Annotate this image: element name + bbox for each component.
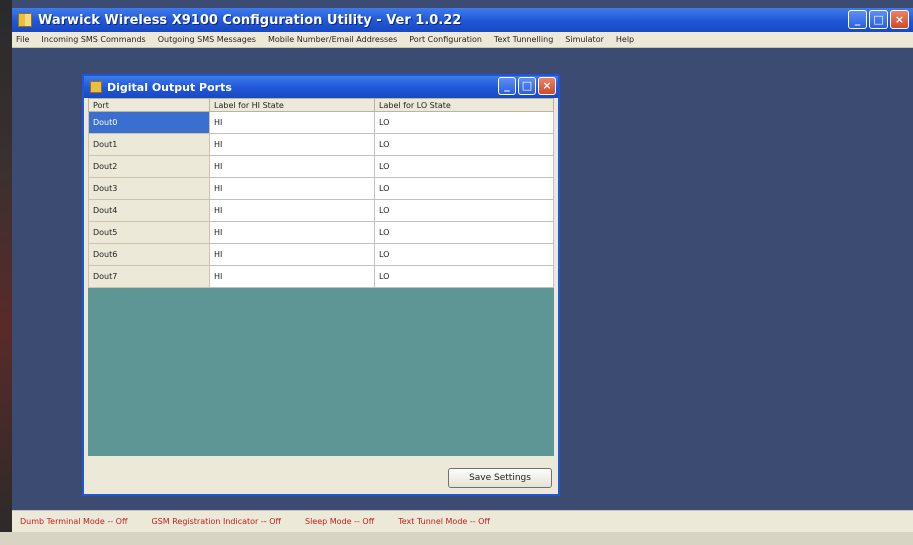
close-icon[interactable]: × (890, 10, 909, 29)
hi-label-cell[interactable]: HI (209, 221, 375, 244)
hi-label-cell[interactable]: HI (209, 243, 375, 266)
status-gsm-registration-indicator: GSM Registration Indicator -- Off (151, 517, 281, 526)
lo-label-cell[interactable]: LO (374, 199, 554, 222)
save-settings-button[interactable]: Save Settings (448, 468, 552, 488)
app-icon (18, 13, 32, 27)
menu-help[interactable]: Help (616, 35, 634, 44)
status-sleep-mode: Sleep Mode -- Off (305, 517, 375, 526)
menu-incoming-sms-commands[interactable]: Incoming SMS Commands (41, 35, 145, 44)
digital-output-ports-window: Digital Output Ports _ □ × Port Label fo… (82, 74, 560, 496)
maximize-icon[interactable]: □ (518, 77, 536, 95)
lo-label-cell[interactable]: LO (374, 221, 554, 244)
status-dumb-terminal-mode: Dumb Terminal Mode -- Off (20, 517, 128, 526)
ports-grid-area: Port Label for HI State Label for LO Sta… (88, 98, 554, 456)
left-edge-strip (0, 0, 12, 545)
menu-mobile-number-email-addresses[interactable]: Mobile Number/Email Addresses (268, 35, 397, 44)
ports-grid: Port Label for HI State Label for LO Sta… (88, 98, 554, 288)
column-header-lo-label[interactable]: Label for LO State (374, 98, 554, 112)
hi-label-cell[interactable]: HI (209, 133, 375, 156)
child-window-titlebar[interactable]: Digital Output Ports _ □ × (84, 76, 558, 98)
child-window-controls: _ □ × (498, 77, 556, 95)
lo-label-cell[interactable]: LO (374, 177, 554, 200)
table-row[interactable]: Dout6 HI LO (88, 243, 554, 266)
menu-file[interactable]: File (16, 35, 29, 44)
app-window: Warwick Wireless X9100 Configuration Uti… (0, 0, 913, 545)
child-window-footer: Save Settings (84, 458, 558, 494)
bottom-edge-strip (0, 532, 913, 545)
table-row[interactable]: Dout1 HI LO (88, 133, 554, 156)
table-row[interactable]: Dout0 HI LO (88, 111, 554, 134)
lo-label-cell[interactable]: LO (374, 265, 554, 288)
menu-text-tunnelling[interactable]: Text Tunnelling (494, 35, 553, 44)
lo-label-cell[interactable]: LO (374, 111, 554, 134)
hi-label-cell[interactable]: HI (209, 177, 375, 200)
window-icon (90, 81, 102, 93)
hi-label-cell[interactable]: HI (209, 199, 375, 222)
table-row[interactable]: Dout3 HI LO (88, 177, 554, 200)
column-header-hi-label[interactable]: Label for HI State (209, 98, 375, 112)
menu-outgoing-sms-messages[interactable]: Outgoing SMS Messages (158, 35, 256, 44)
port-cell[interactable]: Dout4 (88, 199, 210, 222)
status-text-tunnel-mode: Text Tunnel Mode -- Off (398, 517, 490, 526)
minimize-icon[interactable]: _ (848, 10, 867, 29)
port-cell[interactable]: Dout5 (88, 221, 210, 244)
port-cell[interactable]: Dout0 (88, 111, 210, 134)
table-row[interactable]: Dout5 HI LO (88, 221, 554, 244)
port-cell[interactable]: Dout2 (88, 155, 210, 178)
minimize-icon[interactable]: _ (498, 77, 516, 95)
column-header-port[interactable]: Port (88, 98, 210, 112)
port-cell[interactable]: Dout3 (88, 177, 210, 200)
close-icon[interactable]: × (538, 77, 556, 95)
port-cell[interactable]: Dout7 (88, 265, 210, 288)
lo-label-cell[interactable]: LO (374, 133, 554, 156)
status-bar: Dumb Terminal Mode -- Off GSM Registrati… (12, 510, 913, 532)
table-row[interactable]: Dout7 HI LO (88, 265, 554, 288)
grid-header-row: Port Label for HI State Label for LO Sta… (88, 98, 554, 112)
port-cell[interactable]: Dout1 (88, 133, 210, 156)
hi-label-cell[interactable]: HI (209, 111, 375, 134)
hi-label-cell[interactable]: HI (209, 155, 375, 178)
menu-bar: File Incoming SMS Commands Outgoing SMS … (12, 32, 913, 48)
port-cell[interactable]: Dout6 (88, 243, 210, 266)
child-window-title: Digital Output Ports (107, 80, 232, 94)
menu-port-configuration[interactable]: Port Configuration (409, 35, 482, 44)
maximize-icon[interactable]: □ (869, 10, 888, 29)
app-title: Warwick Wireless X9100 Configuration Uti… (38, 12, 462, 28)
lo-label-cell[interactable]: LO (374, 243, 554, 266)
hi-label-cell[interactable]: HI (209, 265, 375, 288)
table-row[interactable]: Dout2 HI LO (88, 155, 554, 178)
menu-simulator[interactable]: Simulator (565, 35, 604, 44)
lo-label-cell[interactable]: LO (374, 155, 554, 178)
app-titlebar[interactable]: Warwick Wireless X9100 Configuration Uti… (12, 8, 913, 32)
table-row[interactable]: Dout4 HI LO (88, 199, 554, 222)
window-controls: _ □ × (848, 10, 909, 29)
